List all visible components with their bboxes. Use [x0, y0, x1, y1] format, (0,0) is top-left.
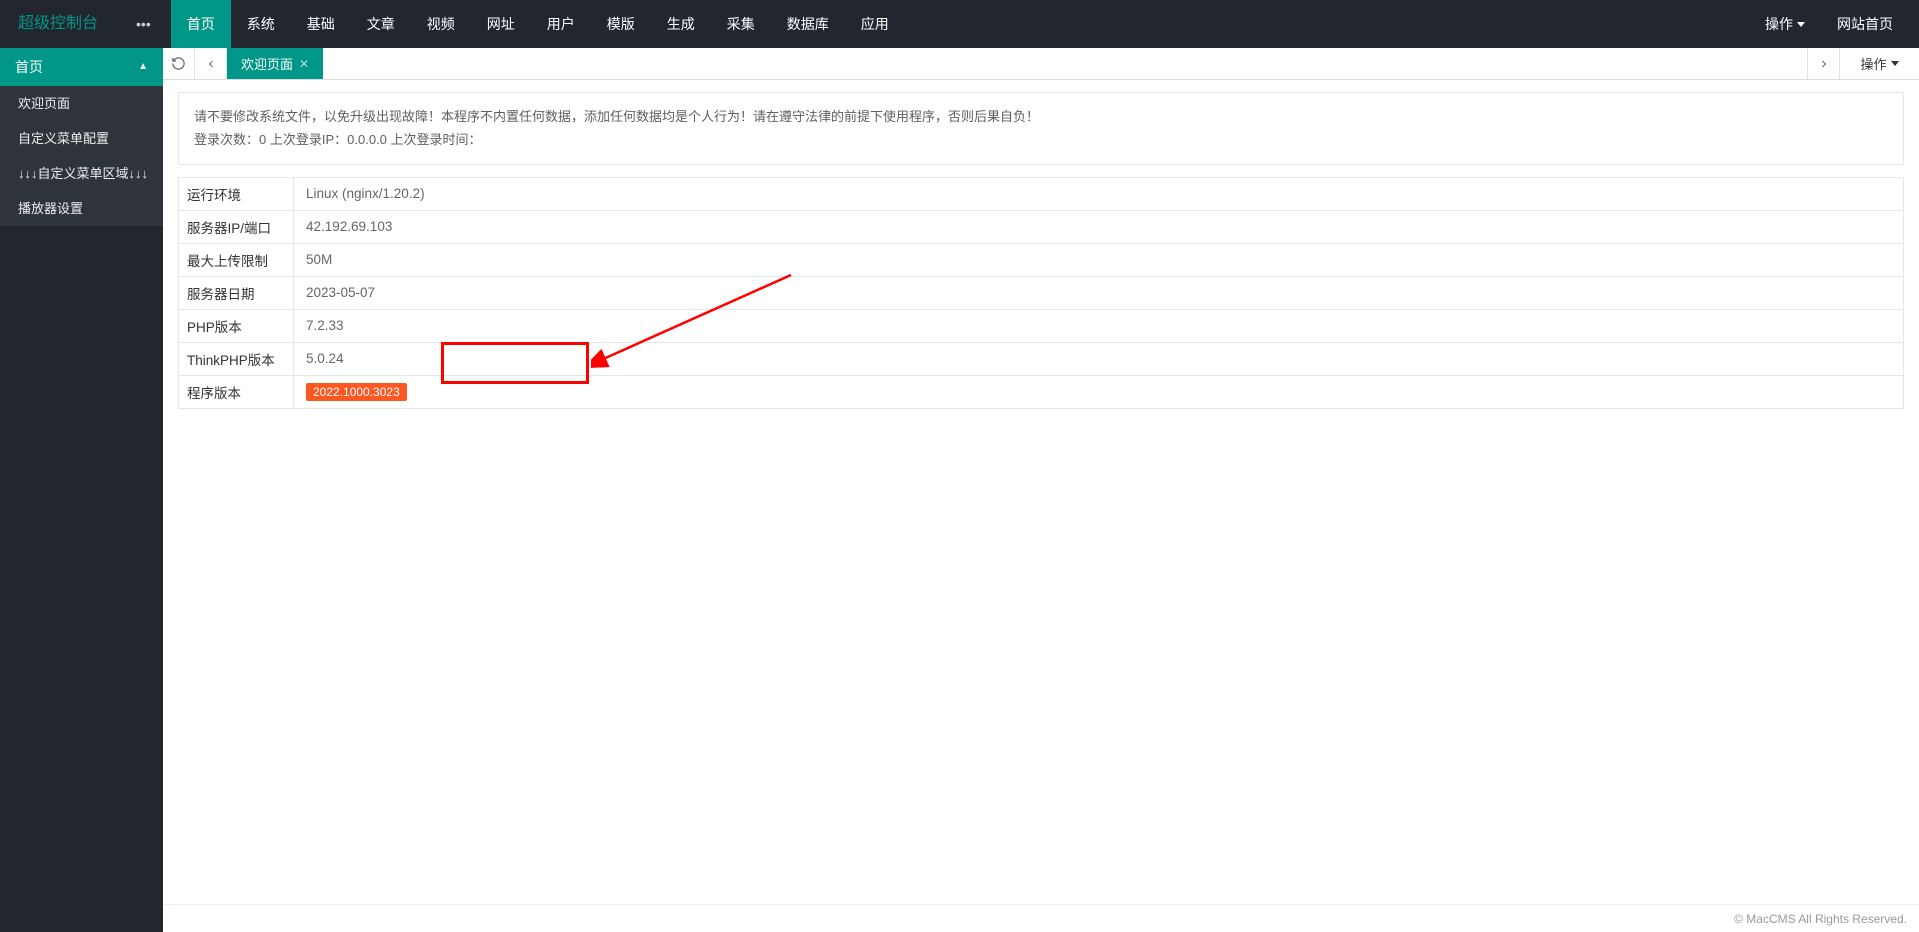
- header-right: 操作 网站首页: [1749, 0, 1919, 48]
- sidebar-item-3[interactable]: 播放器设置: [0, 191, 163, 226]
- chevron-right-icon: [1818, 58, 1830, 70]
- system-info-table: 运行环境Linux (nginx/1.20.2)服务器IP/端口42.192.6…: [178, 177, 1904, 409]
- nav-more-icon[interactable]: •••: [116, 0, 171, 48]
- last-ip-value: 0.0.0.0: [347, 132, 387, 147]
- info-label: 服务器日期: [179, 277, 294, 309]
- info-row-6: 程序版本 2022.1000.3023: [179, 376, 1903, 409]
- logo: 超级控制台: [0, 0, 116, 48]
- nav-item-10[interactable]: 数据库: [771, 0, 845, 48]
- chevron-left-icon: [205, 58, 217, 70]
- main-area: 欢迎页面 ✕ 操作 请不要修改系统文件，以免升级出现故障！本程序不内置任何数据，…: [163, 48, 1919, 932]
- tab-welcome[interactable]: 欢迎页面 ✕: [227, 48, 323, 79]
- nav-item-3[interactable]: 文章: [351, 0, 411, 48]
- info-row-0: 运行环境Linux (nginx/1.20.2): [179, 178, 1903, 211]
- tab-prev-button[interactable]: [195, 48, 227, 79]
- info-value: 2022.1000.3023: [294, 376, 1903, 408]
- nav-item-1[interactable]: 系统: [231, 0, 291, 48]
- info-label: 最大上传限制: [179, 244, 294, 276]
- info-row-4: PHP版本7.2.33: [179, 310, 1903, 343]
- info-row-3: 服务器日期2023-05-07: [179, 277, 1903, 310]
- info-value: 42.192.69.103: [294, 211, 1903, 243]
- nav-item-0[interactable]: 首页: [171, 0, 231, 48]
- sidebar: 首页 ▲ 欢迎页面自定义菜单配置↓↓↓自定义菜单区域↓↓↓播放器设置: [0, 48, 163, 932]
- tab-next-button[interactable]: [1807, 48, 1839, 79]
- copyright: © MacCMS All Rights Reserved.: [1734, 912, 1907, 926]
- header-site-home-link[interactable]: 网站首页: [1821, 0, 1909, 48]
- nav-item-6[interactable]: 用户: [531, 0, 591, 48]
- caret-down-icon: [1891, 61, 1899, 66]
- info-label: PHP版本: [179, 310, 294, 342]
- sidebar-item-0[interactable]: 欢迎页面: [0, 86, 163, 121]
- nav-item-4[interactable]: 视频: [411, 0, 471, 48]
- tabs-bar: 欢迎页面 ✕ 操作: [163, 48, 1919, 80]
- info-label: 程序版本: [179, 376, 294, 408]
- info-value: 50M: [294, 244, 1903, 276]
- refresh-icon: [171, 56, 186, 71]
- header-action-label: 操作: [1765, 0, 1793, 48]
- close-icon[interactable]: ✕: [299, 57, 309, 71]
- info-row-5: ThinkPHP版本5.0.24: [179, 343, 1903, 376]
- notice-box: 请不要修改系统文件，以免升级出现故障！本程序不内置任何数据，添加任何数据均是个人…: [178, 92, 1904, 165]
- tab-label: 欢迎页面: [241, 54, 293, 73]
- nav-item-2[interactable]: 基础: [291, 0, 351, 48]
- info-label: 运行环境: [179, 178, 294, 210]
- sidebar-section-title[interactable]: 首页 ▲: [0, 48, 163, 86]
- footer: © MacCMS All Rights Reserved.: [163, 904, 1919, 932]
- nav-item-11[interactable]: 应用: [845, 0, 905, 48]
- header-action-dropdown[interactable]: 操作: [1749, 0, 1821, 48]
- info-row-2: 最大上传限制50M: [179, 244, 1903, 277]
- sidebar-item-1[interactable]: 自定义菜单配置: [0, 121, 163, 156]
- login-count-label: 登录次数：: [194, 132, 259, 147]
- nav-item-5[interactable]: 网址: [471, 0, 531, 48]
- nav-item-7[interactable]: 模版: [591, 0, 651, 48]
- chevron-up-icon: ▲: [138, 48, 148, 86]
- sidebar-item-2[interactable]: ↓↓↓自定义菜单区域↓↓↓: [0, 156, 163, 191]
- top-header: 超级控制台 ••• 首页系统基础文章视频网址用户模版生成采集数据库应用 操作 网…: [0, 0, 1919, 48]
- info-value: 2023-05-07: [294, 277, 1903, 309]
- top-nav: ••• 首页系统基础文章视频网址用户模版生成采集数据库应用: [116, 0, 905, 48]
- refresh-button[interactable]: [163, 48, 195, 79]
- info-label: ThinkPHP版本: [179, 343, 294, 375]
- sidebar-title-label: 首页: [15, 48, 43, 86]
- tabs-list: 欢迎页面 ✕: [227, 48, 1807, 79]
- last-ip-label: 上次登录IP：: [266, 132, 347, 147]
- tabs-action-dropdown[interactable]: 操作: [1839, 48, 1919, 79]
- info-value: 7.2.33: [294, 310, 1903, 342]
- info-value: Linux (nginx/1.20.2): [294, 178, 1903, 210]
- last-time-label: 上次登录时间：: [387, 132, 482, 147]
- info-row-1: 服务器IP/端口42.192.69.103: [179, 211, 1903, 244]
- content-area: 请不要修改系统文件，以免升级出现故障！本程序不内置任何数据，添加任何数据均是个人…: [163, 80, 1919, 904]
- tabs-action-label: 操作: [1860, 54, 1886, 73]
- nav-item-9[interactable]: 采集: [711, 0, 771, 48]
- notice-line1: 请不要修改系统文件，以免升级出现故障！本程序不内置任何数据，添加任何数据均是个人…: [194, 105, 1888, 128]
- notice-line2: 登录次数：0 上次登录IP：0.0.0.0 上次登录时间：: [194, 128, 1888, 151]
- nav-item-8[interactable]: 生成: [651, 0, 711, 48]
- version-badge: 2022.1000.3023: [306, 383, 407, 401]
- info-label: 服务器IP/端口: [179, 211, 294, 243]
- caret-down-icon: [1797, 22, 1805, 27]
- info-value: 5.0.24: [294, 343, 1903, 375]
